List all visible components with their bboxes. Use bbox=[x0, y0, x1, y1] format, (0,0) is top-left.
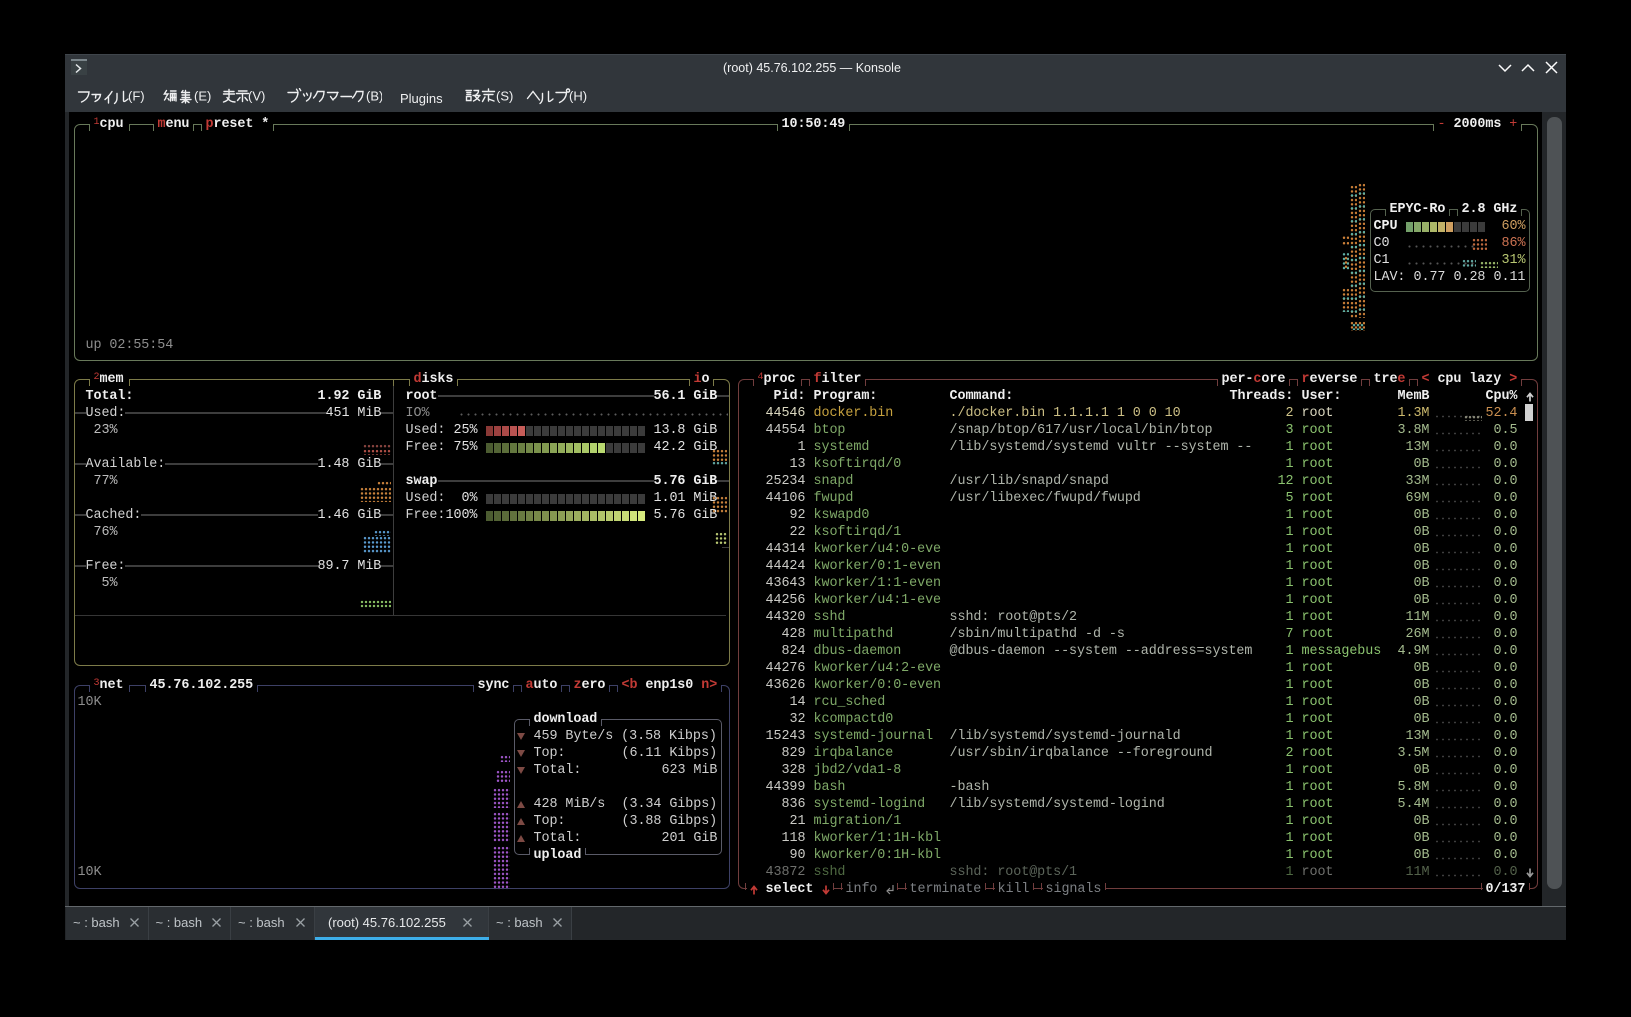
svg-text:(H): (H) bbox=[569, 89, 587, 104]
svg-text:(E): (E) bbox=[194, 89, 211, 104]
svg-text:(V): (V) bbox=[248, 89, 265, 104]
svg-text:(F): (F) bbox=[128, 89, 145, 104]
svg-text:(B): (B) bbox=[366, 89, 382, 104]
svg-text:(S): (S) bbox=[496, 89, 513, 104]
